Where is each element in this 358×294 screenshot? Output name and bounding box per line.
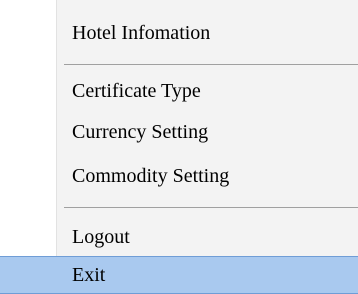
menu-item-certificate-type[interactable]: Certificate Type — [0, 72, 358, 110]
menu-item-currency-setting[interactable]: Currency Setting — [0, 113, 358, 151]
menu-separator — [64, 207, 358, 208]
menu-item-logout[interactable]: Logout — [0, 218, 358, 256]
menu-item-hotel-information[interactable]: Hotel Infomation — [0, 14, 358, 52]
menu-item-commodity-setting[interactable]: Commodity Setting — [0, 157, 358, 195]
menu-separator — [64, 64, 358, 65]
menu-item-exit[interactable]: Exit — [0, 256, 358, 294]
context-menu: Hotel Infomation Certificate Type Curren… — [0, 0, 358, 294]
